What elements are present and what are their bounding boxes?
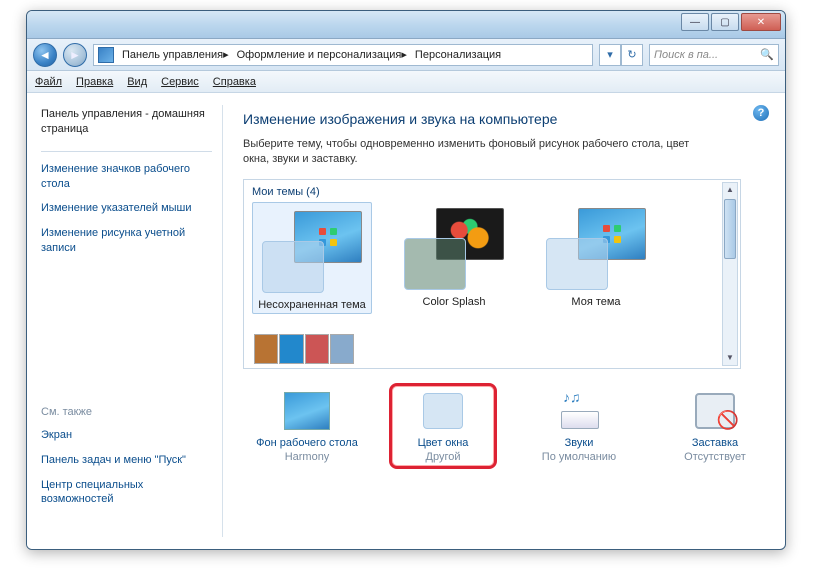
themes-scrollbar[interactable]: ▲ ▼ xyxy=(722,182,738,366)
close-button[interactable]: ✕ xyxy=(741,13,781,31)
themes-header: Мои темы (4) xyxy=(252,186,732,198)
help-icon[interactable]: ? xyxy=(753,105,769,121)
option-sublabel: Harmony xyxy=(253,451,361,463)
sidebar-link-display[interactable]: Экран xyxy=(41,428,212,443)
option-sounds[interactable]: Звуки По умолчанию xyxy=(525,391,633,463)
option-sublabel: Отсутствует xyxy=(661,451,769,463)
theme-item-my-theme[interactable]: Моя тема xyxy=(536,202,656,314)
refresh-button[interactable]: ↻ xyxy=(621,44,643,66)
menu-file[interactable]: Файл xyxy=(35,76,62,88)
minimize-button[interactable]: — xyxy=(681,13,709,31)
sidebar-link-account-picture[interactable]: Изменение рисунка учетной записи xyxy=(41,226,212,256)
content-body: Панель управления - домашняя страница Из… xyxy=(27,93,785,549)
sidebar-see-also-label: См. также xyxy=(41,406,212,418)
search-placeholder: Поиск в па... xyxy=(654,49,718,61)
theme-label: Color Splash xyxy=(394,296,514,308)
sidebar: Панель управления - домашняя страница Из… xyxy=(27,93,222,549)
wallpaper-icon xyxy=(284,391,330,431)
theme-item-unsaved[interactable]: Несохраненная тема xyxy=(252,202,372,314)
option-label: Заставка xyxy=(661,437,769,449)
personalization-options: Фон рабочего стола Harmony Цвет окна Дру… xyxy=(243,391,769,463)
chevron-right-icon: ▸ xyxy=(401,48,407,61)
menu-view[interactable]: Вид xyxy=(127,76,147,88)
menu-edit[interactable]: Правка xyxy=(76,76,113,88)
location-icon xyxy=(98,47,114,63)
sounds-icon xyxy=(556,391,602,431)
search-input[interactable]: Поиск в па... 🔍 xyxy=(649,44,779,66)
breadcrumb-label: Оформление и персонализация xyxy=(237,49,402,61)
sidebar-separator xyxy=(41,151,212,152)
window-color-icon xyxy=(420,391,466,431)
sidebar-home-link[interactable]: Панель управления - домашняя страница xyxy=(41,107,212,137)
breadcrumb-seg-personalization[interactable]: Персонализация xyxy=(411,49,505,61)
address-dropdown-button[interactable]: ▾ xyxy=(599,44,621,66)
theme-label: Несохраненная тема xyxy=(253,299,371,311)
breadcrumb-label: Персонализация xyxy=(415,49,501,61)
nav-forward-button[interactable]: ► xyxy=(63,43,87,67)
main-panel: ? Изменение изображения и звука на компь… xyxy=(223,93,785,549)
sidebar-link-mouse-pointers[interactable]: Изменение указателей мыши xyxy=(41,201,212,216)
theme-overflow-row xyxy=(254,334,354,364)
breadcrumb-label: Панель управления xyxy=(122,49,223,61)
option-screensaver[interactable]: Заставка Отсутствует xyxy=(661,391,769,463)
option-label: Фон рабочего стола xyxy=(253,437,361,449)
theme-item-color-splash[interactable]: Color Splash xyxy=(394,202,514,314)
titlebar: — ▢ ✕ xyxy=(27,11,785,39)
option-sublabel: По умолчанию xyxy=(525,451,633,463)
breadcrumb[interactable]: Панель управления ▸ Оформление и персона… xyxy=(93,44,593,66)
address-controls: ▾ ↻ xyxy=(599,44,643,66)
menubar: Файл Правка Вид Сервис Справка xyxy=(27,71,785,93)
menu-help[interactable]: Справка xyxy=(213,76,256,88)
screensaver-icon xyxy=(692,391,738,431)
chevron-right-icon: ▸ xyxy=(223,48,229,61)
nav-back-button[interactable]: ◄ xyxy=(33,43,57,67)
page-title: Изменение изображения и звука на компьют… xyxy=(243,111,769,127)
option-window-color[interactable]: Цвет окна Другой xyxy=(389,391,497,463)
breadcrumb-seg-appearance[interactable]: Оформление и персонализация ▸ xyxy=(233,48,411,61)
page-description: Выберите тему, чтобы одновременно измени… xyxy=(243,137,713,167)
scroll-down-arrow[interactable]: ▼ xyxy=(723,351,737,365)
search-icon: 🔍 xyxy=(760,48,774,61)
option-sublabel: Другой xyxy=(389,451,497,463)
control-panel-window: — ▢ ✕ ◄ ► Панель управления ▸ Оформление… xyxy=(26,10,786,550)
theme-thumbnail xyxy=(400,206,508,292)
maximize-button[interactable]: ▢ xyxy=(711,13,739,31)
sidebar-link-ease-of-access[interactable]: Центр специальных возможностей xyxy=(41,478,212,508)
sidebar-link-taskbar[interactable]: Панель задач и меню "Пуск" xyxy=(41,453,212,468)
scroll-up-arrow[interactable]: ▲ xyxy=(723,183,737,197)
breadcrumb-seg-control-panel[interactable]: Панель управления ▸ xyxy=(118,48,233,61)
theme-label: Моя тема xyxy=(536,296,656,308)
sidebar-link-desktop-icons[interactable]: Изменение значков рабочего стола xyxy=(41,162,212,192)
themes-list: Мои темы (4) Несохраненная тема xyxy=(243,179,741,369)
menu-tools[interactable]: Сервис xyxy=(161,76,199,88)
theme-thumbnail xyxy=(258,209,366,295)
theme-thumbnail xyxy=(542,206,650,292)
option-desktop-background[interactable]: Фон рабочего стола Harmony xyxy=(253,391,361,463)
scroll-thumb[interactable] xyxy=(724,199,736,259)
option-label: Звуки xyxy=(525,437,633,449)
address-bar: ◄ ► Панель управления ▸ Оформление и пер… xyxy=(27,39,785,71)
option-label: Цвет окна xyxy=(389,437,497,449)
